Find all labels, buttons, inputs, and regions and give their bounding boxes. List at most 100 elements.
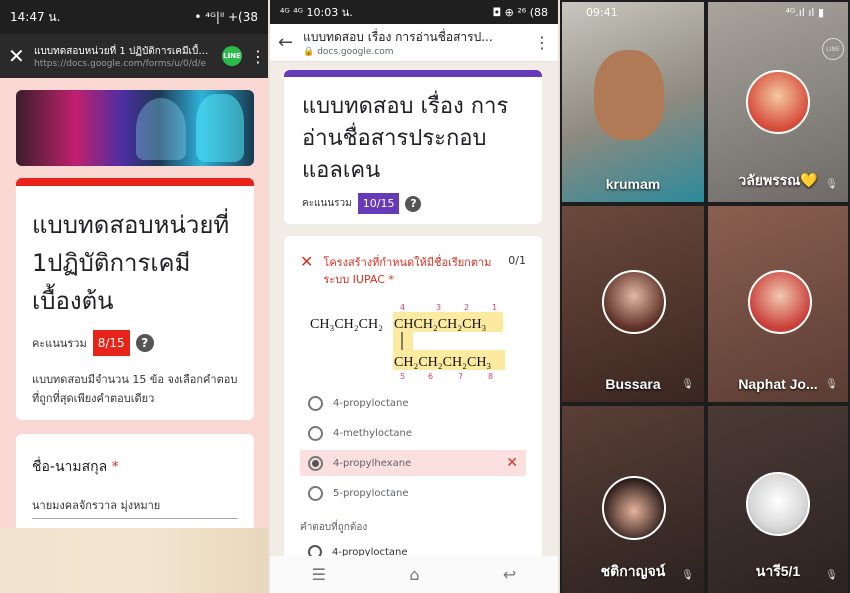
carbon-number: 1 [492,303,497,312]
option-row[interactable]: 4-methyloctane [300,420,526,446]
required-mark: * [111,459,119,475]
status-bar: 14:47 น. • ⁴ᴳ|ᴵˡ +(38 [0,0,268,34]
participant-video [594,50,664,140]
question-card: ชื่อ-นามสกุล * นายมงคลจักรวาล มุ่งหมาย [16,434,254,534]
mic-muted-icon: 🎙 [825,179,838,190]
home-icon[interactable]: ⌂ [409,565,419,584]
browser-toolbar: ← แบบทดสอบ เรื่อง การอ่านชื่อสารป... 🔒 d… [270,24,558,62]
flask-illustration [196,94,244,162]
option-row[interactable]: 4-propyloctane [300,390,526,416]
lock-icon: 🔒 [303,47,315,57]
radio-button[interactable] [308,485,323,501]
participant-tile[interactable]: krumam [562,2,704,202]
carbon-number: 5 [400,372,405,381]
close-icon[interactable]: ✕ [8,44,26,68]
question-text: ชื่อ-นามสกุล [32,459,108,475]
correct-answer-label: คำตอบที่ถูกต้อง [300,522,368,533]
url-box[interactable]: แบบทดสอบ เรื่อง การอ่านชื่อสารป... 🔒 doc… [303,28,524,57]
status-icons: ◘ ⊕ ²⁶ (88 [492,5,548,19]
question-card: ✕ โครงสร้างที่กำหนดให้มีชื่อเรียกตามระบบ… [284,236,542,566]
form-title: แบบทดสอบ เรื่อง การอ่านชื่อสารประกอบแอลเ… [302,94,509,183]
participant-tile[interactable]: นารี5/1 🎙 [708,406,848,593]
radio-button-selected[interactable] [308,455,323,471]
score-label: คะแนนรวม [302,198,352,209]
option-row[interactable]: 5-propyloctane [300,480,526,506]
option-label: 5-propyloctane [333,487,409,499]
participant-avatar [602,270,666,334]
page-url: 🔒 docs.google.com [303,47,524,57]
participant-avatar [746,70,810,134]
question-header: ✕ โครงสร้างที่กำหนดให้มีชื่อเรียกตามระบบ… [300,254,526,288]
score-label: คะแนนรวม [32,337,87,350]
answer-field: นายมงคลจักรวาล มุ่งหมาย [32,496,238,519]
option-label: 4-propylhexane [333,457,412,469]
browser-toolbar: ✕ แบบทดสอบหน่วยที่ 1 ปฏิบัติการเคมีเบื้อ… [0,34,268,78]
header-image [16,90,254,166]
score-row: คะแนนรวม 10/15 ? [302,193,524,214]
score-badge: 10/15 [357,193,400,214]
participant-tile[interactable]: วลัยพรรณ💛 🎙 [708,2,848,202]
help-icon[interactable]: ? [135,334,154,352]
question-title: ชื่อ-นามสกุล * [32,456,238,478]
score-row: คะแนนรวม 8/15 ? [32,330,238,356]
status-time: ⁴ᴳ ⁴ᴳ 10:03 น. [280,6,353,19]
wrong-answer-icon: ✕ [506,455,518,471]
carbon-number: 4 [400,303,405,312]
more-menu-icon[interactable]: ⋮ [250,47,266,66]
page-url-text: docs.google.com [317,47,394,57]
status-bar: ⁴ᴳ ⁴ᴳ 10:03 น. ◘ ⊕ ²⁶ (88 [270,0,558,24]
incorrect-icon: ✕ [300,252,314,271]
radio-button[interactable] [308,395,323,411]
participant-tile[interactable]: Naphat Jo... 🎙 [708,206,848,402]
structural-formula: CH₃CH₂CH₂ CHCH₂CH₂CH₃ CH₂CH₂CH₂CH₃ 4 3 2… [310,303,505,381]
participant-avatar [748,270,812,334]
page-title: แบบทดสอบหน่วยที่ 1 ปฏิบัติการเคมีเบื้องต… [34,45,214,57]
option-label: 4-methyloctane [333,427,412,439]
status-time: 14:47 น. [10,9,61,24]
line-logo: LINE [822,38,844,60]
android-nav-bar: ☰ ⌂ ↩ [270,556,558,593]
carbon-number: 8 [488,372,493,381]
top-carbon-numbers: 4 3 2 1 [400,303,497,312]
line-app-icon[interactable]: LINE [222,46,242,66]
participant-name: krumam [605,176,661,192]
formula-bottom-main: CH₂CH₂CH₂CH₃ [394,355,491,370]
status-icons: ⁴ᴳ.ıl ıl ▮ [785,5,824,19]
help-icon[interactable]: ? [405,195,422,212]
option-label: 4-propyloctane [333,397,409,409]
form-content: แบบทดสอบหน่วยที่ 1ปฏิบัติการเคมีเบื้องต้… [0,78,268,534]
radio-button[interactable] [308,425,323,441]
formula-top-main: CHCH₂CH₂CH₃ [394,317,487,332]
url-box[interactable]: แบบทดสอบหน่วยที่ 1 ปฏิบัติการเคมีเบื้องต… [34,44,214,69]
form-content: แบบทดสอบ เรื่อง การอ่านชื่อสารประกอบแอลเ… [270,62,558,593]
mic-muted-icon: 🎙 [681,570,694,581]
phone-screen-form-2: ⁴ᴳ ⁴ᴳ 10:03 น. ◘ ⊕ ²⁶ (88 ← แบบทดสอบ เรื… [270,0,558,593]
carbon-number: 7 [458,372,463,381]
form-header-card: แบบทดสอบหน่วยที่ 1ปฏิบัติการเคมีเบื้องต้… [16,178,254,420]
background-area [0,528,268,593]
more-menu-icon[interactable]: ⋮ [534,33,550,52]
formula-top-prefix: CH₃CH₂CH₂ [310,317,383,332]
status-time: 09:41 [586,5,618,19]
bottom-carbon-numbers: 5 6 7 8 [400,372,493,381]
participant-tile[interactable]: ชติกาญจน์ 🎙 [562,406,704,593]
form-description: แบบทดสอบมีจำนวน 15 ข้อ จงเลือกคำตอบที่ถู… [32,373,238,405]
mic-muted-icon: 🎙 [825,379,838,390]
option-row-selected[interactable]: 4-propylhexane ✕ [300,450,526,476]
menu-icon[interactable]: ☰ [312,565,326,584]
participant-name: วลัยพรรณ [738,172,801,188]
question-points: 0/1 [508,254,526,267]
highlight-box [393,332,413,350]
participant-avatar [746,472,810,536]
phone-screen-form-1: 14:47 น. • ⁴ᴳ|ᴵˡ +(38 ✕ แบบทดสอบหน่วยที่… [0,0,268,593]
form-header-card: แบบทดสอบ เรื่อง การอ่านชื่อสารประกอบแอลเ… [284,70,542,224]
page-title: แบบทดสอบ เรื่อง การอ่านชื่อสารป... [303,30,493,44]
back-icon[interactable]: ↩ [503,565,516,584]
score-badge: 8/15 [92,330,130,356]
flask-illustration [136,98,186,160]
question-text: โครงสร้างที่กำหนดให้มีชื่อเรียกตามระบบ I… [323,256,492,286]
carbon-number: 2 [464,303,469,312]
participant-tile[interactable]: Bussara 🎙 [562,206,704,402]
back-arrow-icon[interactable]: ← [278,32,293,53]
page-url: https://docs.google.com/forms/u/0/d/e [34,58,207,69]
